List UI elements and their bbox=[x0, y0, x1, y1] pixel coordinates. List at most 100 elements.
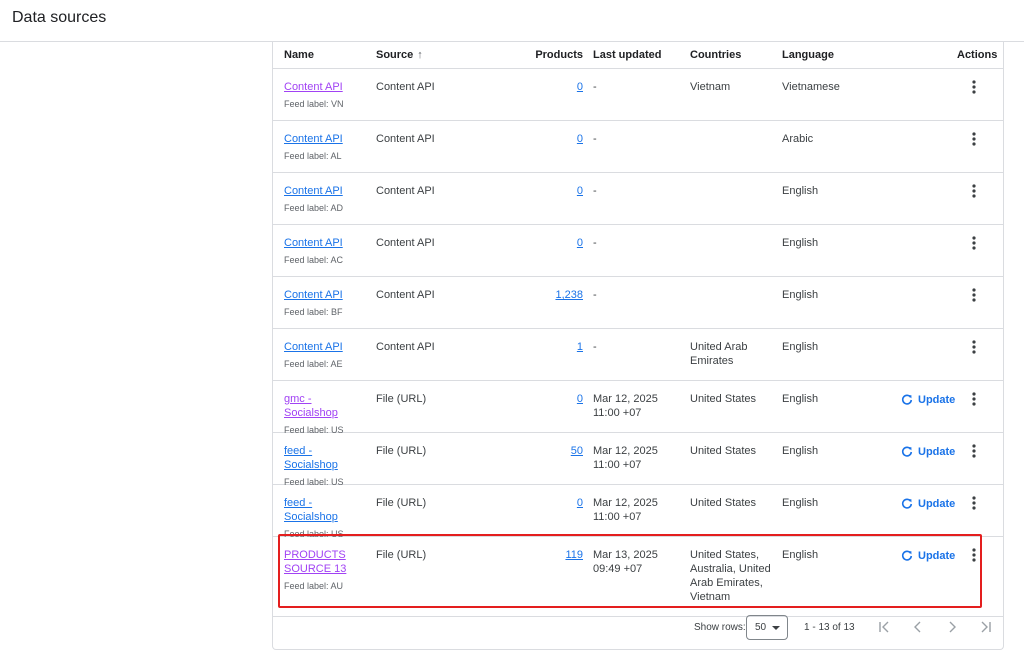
name-cell: Content API Feed label: BF bbox=[284, 288, 368, 319]
last-page-button[interactable] bbox=[977, 618, 995, 636]
products-cell: 0 bbox=[503, 392, 583, 406]
source-cell: Content API bbox=[376, 289, 435, 301]
previous-page-button[interactable] bbox=[909, 618, 927, 636]
data-source-link[interactable]: Content API bbox=[284, 236, 368, 250]
name-cell: gmc - Socialshop Feed label: US bbox=[284, 392, 368, 437]
last-updated-cell: - bbox=[593, 81, 597, 93]
data-source-link[interactable]: Content API bbox=[284, 132, 368, 146]
countries-cell: Vietnam bbox=[690, 81, 731, 93]
column-header-last-updated[interactable]: Last updated bbox=[593, 49, 661, 61]
more-actions-button[interactable] bbox=[968, 287, 980, 303]
products-count-link[interactable]: 0 bbox=[577, 133, 583, 145]
language-cell: English bbox=[782, 549, 819, 561]
table-footer: Show rows: 50 1 - 13 of 13 bbox=[273, 609, 1003, 649]
source-cell: File (URL) bbox=[376, 497, 427, 509]
products-count-link[interactable]: 0 bbox=[577, 497, 583, 509]
products-cell: 119 bbox=[503, 548, 583, 562]
products-cell: 0 bbox=[503, 236, 583, 250]
more-actions-button[interactable] bbox=[968, 183, 980, 199]
products-count-link[interactable]: 0 bbox=[577, 237, 583, 249]
more-vert-icon bbox=[972, 184, 976, 198]
data-source-link[interactable]: gmc - Socialshop bbox=[284, 392, 368, 420]
products-cell: 0 bbox=[503, 184, 583, 198]
language-cell: English bbox=[782, 289, 819, 301]
update-button-label: Update bbox=[918, 394, 956, 406]
more-actions-button[interactable] bbox=[968, 547, 980, 563]
more-actions-button[interactable] bbox=[968, 339, 980, 355]
page-title: Data sources bbox=[12, 9, 107, 26]
column-header-language[interactable]: Language bbox=[782, 49, 834, 61]
name-cell: Content API Feed label: AC bbox=[284, 236, 368, 267]
name-cell: Content API Feed label: AL bbox=[284, 132, 368, 163]
products-count-link[interactable]: 1,238 bbox=[555, 289, 583, 301]
countries-cell: United States bbox=[690, 393, 757, 405]
products-count-link[interactable]: 1 bbox=[577, 341, 583, 353]
sort-ascending-icon: ↑ bbox=[417, 49, 423, 61]
source-cell: Content API bbox=[376, 341, 435, 353]
source-cell: Content API bbox=[376, 81, 435, 93]
name-cell: Content API Feed label: AE bbox=[284, 340, 368, 371]
feed-label: Feed label: AL bbox=[284, 151, 342, 161]
language-cell: English bbox=[782, 237, 819, 249]
products-count-link[interactable]: 0 bbox=[577, 185, 583, 197]
last-updated-cell: - bbox=[593, 341, 597, 353]
update-button[interactable]: Update bbox=[901, 445, 955, 459]
feed-label: Feed label: VN bbox=[284, 99, 344, 109]
column-header-name[interactable]: Name bbox=[284, 49, 314, 61]
column-header-source-label: Source bbox=[376, 49, 414, 61]
more-vert-icon bbox=[972, 80, 976, 94]
language-cell: English bbox=[782, 185, 819, 197]
data-source-link[interactable]: feed - Socialshop bbox=[284, 496, 368, 524]
products-count-link[interactable]: 50 bbox=[571, 445, 583, 457]
products-cell: 0 bbox=[503, 132, 583, 146]
data-source-link[interactable]: Content API bbox=[284, 80, 368, 94]
table-row: gmc - Socialshop Feed label: US File (URL)… bbox=[273, 381, 1003, 435]
table-header: Name Source ↑ Products Last updated Count… bbox=[273, 42, 1003, 69]
countries-cell: United States, Australia, United Arab Em… bbox=[690, 549, 771, 603]
name-cell: feed - Socialshop Feed label: US bbox=[284, 496, 368, 541]
data-source-link[interactable]: Content API bbox=[284, 340, 368, 354]
more-actions-button[interactable] bbox=[968, 131, 980, 147]
table-row: Content API Feed label: AC Content API 0- En… bbox=[273, 225, 1003, 277]
data-source-link[interactable]: Content API bbox=[284, 288, 368, 302]
first-page-icon bbox=[879, 621, 889, 633]
products-count-link[interactable]: 119 bbox=[565, 549, 583, 561]
column-header-actions: Actions bbox=[957, 49, 998, 61]
update-button[interactable]: Update bbox=[901, 393, 955, 407]
products-count-link[interactable]: 0 bbox=[577, 393, 583, 405]
next-page-button[interactable] bbox=[943, 618, 961, 636]
rows-per-page-select[interactable]: 50 bbox=[746, 615, 788, 640]
more-vert-icon bbox=[972, 548, 976, 562]
column-header-products[interactable]: Products bbox=[513, 49, 583, 61]
more-actions-button[interactable] bbox=[968, 235, 980, 251]
column-header-countries[interactable]: Countries bbox=[690, 49, 741, 61]
products-cell: 50 bbox=[503, 444, 583, 458]
column-header-source[interactable]: Source ↑ bbox=[376, 49, 423, 61]
show-rows-label: Show rows: bbox=[694, 622, 746, 633]
update-button[interactable]: Update bbox=[901, 549, 955, 563]
data-source-link[interactable]: feed - Socialshop bbox=[284, 444, 368, 472]
products-cell: 0 bbox=[503, 496, 583, 510]
more-actions-button[interactable] bbox=[968, 391, 980, 407]
table-body: Content API Feed label: VN Content API 0- Vi… bbox=[273, 69, 1003, 617]
products-count-link[interactable]: 0 bbox=[577, 81, 583, 93]
more-vert-icon bbox=[972, 444, 976, 458]
more-actions-button[interactable] bbox=[968, 79, 980, 95]
feed-label: Feed label: AC bbox=[284, 255, 344, 265]
more-vert-icon bbox=[972, 236, 976, 250]
more-vert-icon bbox=[972, 132, 976, 146]
last-updated-cell: - bbox=[593, 289, 597, 301]
first-page-button[interactable] bbox=[875, 618, 893, 636]
update-button[interactable]: Update bbox=[901, 497, 955, 511]
data-sources-table: Name Source ↑ Products Last updated Count… bbox=[272, 42, 1004, 650]
data-source-link[interactable]: Content API bbox=[284, 184, 368, 198]
data-source-link[interactable]: PRODUCTS SOURCE 13 bbox=[284, 548, 368, 576]
source-cell: Content API bbox=[376, 185, 435, 197]
more-actions-button[interactable] bbox=[968, 495, 980, 511]
dropdown-caret-icon bbox=[772, 626, 780, 630]
language-cell: English bbox=[782, 445, 819, 457]
source-cell: File (URL) bbox=[376, 445, 427, 457]
table-row: Content API Feed label: BF Content API 1,23… bbox=[273, 277, 1003, 329]
more-actions-button[interactable] bbox=[968, 443, 980, 459]
table-row: Content API Feed label: AE Content API 1- Un… bbox=[273, 329, 1003, 381]
